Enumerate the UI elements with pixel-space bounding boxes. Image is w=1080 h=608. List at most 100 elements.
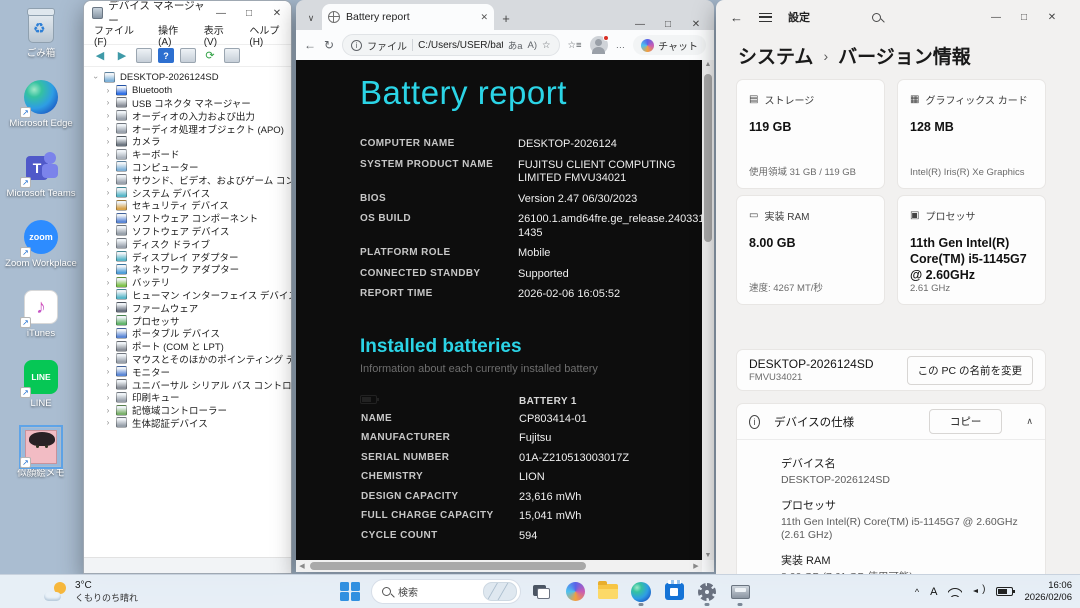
breadcrumb-system[interactable]: システム xyxy=(738,42,813,69)
expand-chevron-icon[interactable]: › xyxy=(102,98,114,107)
menu-item[interactable]: ヘルプ(H) xyxy=(249,22,291,48)
expand-chevron-icon[interactable]: › xyxy=(102,175,114,184)
tree-item[interactable]: › オーディオの入力および出力 xyxy=(84,109,291,122)
tree-item[interactable]: › ファームウェア xyxy=(84,301,291,314)
tree-item[interactable]: › オーディオ処理オブジェクト (APO) xyxy=(84,122,291,135)
tree-item[interactable]: › プロセッサ xyxy=(84,314,291,327)
device-manager-taskbar-button[interactable] xyxy=(728,578,752,606)
properties-icon[interactable] xyxy=(180,48,196,63)
horizontal-scrollbar[interactable]: ◀ ▶ xyxy=(296,560,702,572)
task-view-button[interactable] xyxy=(530,578,554,606)
expand-chevron-icon[interactable]: › xyxy=(102,150,114,159)
close-button[interactable]: ✕ xyxy=(263,8,291,19)
tree-item[interactable]: › DESKTOP-2026124SD xyxy=(84,71,291,84)
copy-button[interactable]: コピー xyxy=(928,409,1003,434)
desktop-icon-portrait[interactable]: ↗ 似顔絵メモ xyxy=(0,424,82,494)
desktop-icon-line[interactable]: LINE ↗ LINE xyxy=(0,354,82,424)
more-menu-icon[interactable]: … xyxy=(616,40,626,51)
device-specs-header[interactable]: i デバイスの仕様 コピー ∧ xyxy=(737,404,1045,440)
browser-tab[interactable]: Battery report ✕ xyxy=(322,4,494,30)
tree-item[interactable]: › ユニバーサル シリアル バス コントローラー xyxy=(84,378,291,391)
tree-item[interactable]: › カメラ xyxy=(84,135,291,148)
desktop-icon-teams[interactable]: ↗Microsoft Teams xyxy=(0,144,82,214)
tree-item[interactable]: › ソフトウェア デバイス xyxy=(84,225,291,237)
search-icon[interactable] xyxy=(872,12,881,22)
expand-chevron-icon[interactable]: › xyxy=(102,188,114,197)
tree-item[interactable]: › サウンド、ビデオ、およびゲーム コントローラー xyxy=(84,173,291,186)
maximize-button[interactable]: □ xyxy=(235,8,263,19)
tree-item[interactable]: › キーボード xyxy=(84,148,291,161)
expand-chevron-icon[interactable]: › xyxy=(102,380,114,389)
desktop-icon-itunes[interactable]: ♪ ↗ iTunes xyxy=(0,284,82,354)
info-icon[interactable]: i xyxy=(351,39,363,51)
tree-item[interactable]: › マウスとそのほかのポインティング デバイス xyxy=(84,353,291,365)
tree-item[interactable]: › ディスク ドライブ xyxy=(84,237,291,250)
start-button[interactable] xyxy=(338,578,362,606)
expand-chevron-icon[interactable]: › xyxy=(102,214,114,223)
expand-chevron-icon[interactable]: › xyxy=(102,290,114,299)
tree-item[interactable]: › ネットワーク アダプター xyxy=(84,263,291,276)
console-tree-icon[interactable] xyxy=(136,48,152,63)
expand-chevron-icon[interactable]: › xyxy=(102,201,114,210)
expand-chevron-icon[interactable]: › xyxy=(102,162,114,171)
favorite-star-icon[interactable]: ☆ xyxy=(542,40,551,51)
close-button[interactable]: ✕ xyxy=(682,19,710,30)
devices-list-icon[interactable] xyxy=(224,48,240,63)
tree-item[interactable]: › ディスプレイ アダプター xyxy=(84,250,291,263)
expand-chevron-icon[interactable]: › xyxy=(102,239,114,248)
wifi-icon[interactable] xyxy=(948,586,963,597)
menu-item[interactable]: 表示(V) xyxy=(204,22,236,48)
settings-taskbar-button[interactable] xyxy=(695,578,719,606)
weather-widget[interactable]: 3°C くもりのち晴れ xyxy=(44,580,138,604)
tree-item[interactable]: › セキュリティ デバイス xyxy=(84,199,291,212)
tree-item[interactable]: › ソフトウェア コンポーネント xyxy=(84,212,291,225)
scroll-up-icon[interactable]: ▲ xyxy=(702,61,714,68)
read-aloud-icon[interactable]: A) xyxy=(528,40,538,51)
translate-icon[interactable]: あa xyxy=(508,38,523,52)
speaker-icon[interactable] xyxy=(973,584,985,597)
maximize-button[interactable]: □ xyxy=(654,19,682,30)
tree-item[interactable]: › 記憶域コントローラー xyxy=(84,404,291,417)
expand-chevron-icon[interactable]: › xyxy=(102,86,114,95)
scroll-left-icon[interactable]: ◀ xyxy=(296,562,308,570)
tree-item[interactable]: › ポータブル デバイス xyxy=(84,327,291,340)
expand-chevron-icon[interactable]: › xyxy=(102,406,114,415)
desktop-icon-edge[interactable]: ↗ Microsoft Edge xyxy=(0,74,82,144)
expand-chevron-icon[interactable]: › xyxy=(102,303,114,312)
maximize-button[interactable]: □ xyxy=(1010,12,1038,23)
chevron-up-icon[interactable]: ∧ xyxy=(1026,416,1033,427)
expand-chevron-icon[interactable]: › xyxy=(102,342,114,351)
new-tab-button[interactable]: + xyxy=(494,6,518,30)
hamburger-menu-icon[interactable] xyxy=(759,12,772,22)
minimize-button[interactable]: — xyxy=(207,8,235,19)
tree-item[interactable]: › バッテリ xyxy=(84,276,291,289)
desktop-icon-zoom[interactable]: zoom ↗ Zoom Workplace xyxy=(0,214,82,284)
expand-chevron-icon[interactable]: › xyxy=(102,278,114,287)
battery-icon[interactable] xyxy=(996,587,1016,596)
tree-item[interactable]: › システム デバイス xyxy=(84,186,291,199)
ime-indicator[interactable]: A xyxy=(930,586,937,598)
copilot-button[interactable] xyxy=(563,578,587,606)
scrollbar-thumb[interactable] xyxy=(704,74,712,242)
minimize-button[interactable]: — xyxy=(982,12,1010,23)
close-button[interactable]: ✕ xyxy=(1038,12,1066,23)
tab-close-icon[interactable]: ✕ xyxy=(480,12,488,23)
taskbar-search[interactable]: 検索 xyxy=(371,579,521,604)
scrollbar-thumb[interactable] xyxy=(310,562,587,570)
tree-item[interactable]: › 印刷キュー xyxy=(84,391,291,404)
edge-taskbar-button[interactable] xyxy=(629,578,653,606)
refresh-button[interactable]: ↻ xyxy=(324,38,334,52)
rename-pc-button[interactable]: この PC の名前を変更 xyxy=(906,355,1033,385)
clock[interactable]: 16:06 2026/02/06 xyxy=(1024,580,1072,603)
tree-item[interactable]: › Bluetooth xyxy=(84,84,291,97)
tree-item[interactable]: › USB コネクタ マネージャー xyxy=(84,97,291,109)
back-icon[interactable]: ◀ xyxy=(92,48,108,63)
menu-item[interactable]: ファイル(F) xyxy=(94,22,144,48)
tree-item[interactable]: › ポート (COM と LPT) xyxy=(84,340,291,353)
expand-chevron-icon[interactable]: › xyxy=(102,354,114,363)
profile-avatar[interactable] xyxy=(589,35,609,54)
help-icon[interactable]: ? xyxy=(158,48,174,63)
expand-chevron-icon[interactable]: › xyxy=(92,71,101,83)
scan-hardware-icon[interactable]: ⟳ xyxy=(202,48,218,63)
scroll-down-icon[interactable]: ▼ xyxy=(702,552,714,559)
